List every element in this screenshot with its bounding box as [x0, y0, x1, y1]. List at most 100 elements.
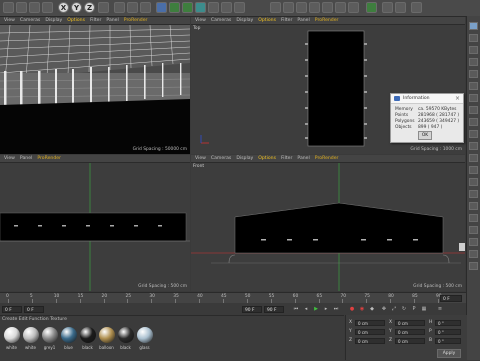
dialog-title-bar[interactable]: Information × [391, 94, 463, 104]
select-icon[interactable] [16, 2, 27, 13]
go-to-start-icon[interactable]: ⏮ [292, 306, 300, 313]
timeline-menu-icon[interactable]: ≡ [436, 306, 444, 313]
rotation-b-field[interactable]: 0 ° [435, 338, 461, 344]
max-frame-field[interactable]: 90 F [264, 306, 284, 313]
tab-icon-20[interactable] [469, 250, 478, 258]
solo-icon[interactable] [395, 2, 406, 13]
render-picture-viewer-icon[interactable] [127, 2, 138, 13]
scale-key-icon[interactable]: ⤢ [390, 306, 398, 313]
apply-button[interactable]: Apply [437, 349, 461, 358]
material-menu[interactable]: Create Edit Function Texture [2, 317, 67, 322]
menu-panel[interactable]: Panel [20, 155, 32, 162]
menu-filter[interactable]: Filter [90, 17, 101, 24]
tab-icon-7[interactable] [469, 94, 478, 102]
timeline-ruler[interactable]: 0 5 10 15 20 25 30 35 40 45 50 55 60 65 70 75 80 85 90 [0, 293, 466, 303]
play-icon[interactable]: ▶ [312, 306, 320, 313]
array-icon[interactable] [195, 2, 206, 13]
model-mode-icon[interactable] [322, 2, 333, 13]
material-swatch[interactable]: white [22, 327, 39, 359]
tab-icon-9[interactable] [469, 118, 478, 126]
texture-mode-icon[interactable] [335, 2, 346, 13]
polygons-mode-icon[interactable] [309, 2, 320, 13]
subdivision-icon[interactable] [182, 2, 193, 13]
undo-icon[interactable] [3, 2, 14, 13]
layers-tab-icon[interactable] [469, 70, 478, 78]
menu-display[interactable]: Display [236, 17, 253, 24]
camera-icon[interactable] [221, 2, 232, 13]
tab-icon-17[interactable] [469, 214, 478, 222]
right-canvas[interactable]: Grid Spacing : 500 cm [0, 163, 190, 291]
render-settings-icon[interactable] [140, 2, 151, 13]
menu-prorender[interactable]: ProRender [315, 155, 339, 162]
tab-icon-14[interactable] [469, 178, 478, 186]
size-y-field[interactable]: 0 cm [395, 329, 425, 335]
object-tab-icon[interactable] [469, 22, 478, 30]
move-icon[interactable] [29, 2, 40, 13]
make-editable-icon[interactable] [270, 2, 281, 13]
front-canvas[interactable]: Front Grid Spacing : 500 cm [191, 163, 465, 291]
pla-key-icon[interactable]: ▦ [420, 306, 428, 313]
axis-mode-icon[interactable] [348, 2, 359, 13]
takes-tab-icon[interactable] [469, 34, 478, 42]
right-viewport[interactable]: View Panel ProRender Grid Spacing : 500 … [0, 155, 190, 291]
content-browser-tab-icon[interactable] [469, 46, 478, 54]
layout-icon[interactable] [411, 2, 422, 13]
z-axis-lock-button[interactable]: Z [84, 2, 95, 13]
menu-view[interactable]: View [195, 155, 206, 162]
tab-icon-10[interactable] [469, 130, 478, 138]
close-icon[interactable]: × [455, 94, 460, 103]
move-key-icon[interactable]: ✥ [380, 306, 388, 313]
coordinate-system-icon[interactable] [98, 2, 109, 13]
front-viewport[interactable]: View Cameras Display Options Filter Pane… [191, 155, 465, 291]
menu-view[interactable]: View [4, 17, 15, 24]
tab-icon-21[interactable] [469, 262, 478, 270]
menu-options[interactable]: Options [67, 17, 85, 24]
keyframe-selection-icon[interactable]: ◆ [368, 306, 376, 313]
menu-prorender[interactable]: ProRender [37, 155, 61, 162]
light-icon[interactable] [234, 2, 245, 13]
rotation-h-field[interactable]: 0 ° [435, 320, 461, 326]
tab-icon-19[interactable] [469, 238, 478, 246]
tab-icon-13[interactable] [469, 166, 478, 174]
menu-cameras[interactable]: Cameras [211, 155, 231, 162]
material-swatch[interactable]: grey1 [41, 327, 58, 359]
ok-button[interactable]: OK [418, 131, 432, 140]
structure-tab-icon[interactable] [469, 58, 478, 66]
snap-icon[interactable] [366, 2, 377, 13]
next-key-icon[interactable]: ▸ [322, 306, 330, 313]
material-swatch[interactable]: balloon [98, 327, 115, 359]
param-key-icon[interactable]: P [410, 306, 418, 313]
y-axis-lock-button[interactable]: Y [71, 2, 82, 13]
menu-cameras[interactable]: Cameras [20, 17, 40, 24]
record-icon[interactable]: ● [348, 306, 356, 313]
material-swatch[interactable]: black [117, 327, 134, 359]
material-swatch[interactable]: black [79, 327, 96, 359]
render-view-icon[interactable] [114, 2, 125, 13]
scale-icon[interactable] [42, 2, 53, 13]
tab-icon-12[interactable] [469, 154, 478, 162]
menu-options[interactable]: Options [258, 155, 276, 162]
floor-icon[interactable] [208, 2, 219, 13]
rotation-p-field[interactable]: 0 ° [435, 329, 461, 335]
perspective-canvas[interactable]: Grid Spacing : 50000 cm [0, 24, 191, 154]
size-x-field[interactable]: 0 cm [395, 320, 425, 326]
attributes-tab-icon[interactable] [469, 82, 478, 90]
position-x-field[interactable]: 0 cm [355, 320, 385, 326]
menu-filter[interactable]: Filter [281, 155, 292, 162]
menu-view[interactable]: View [195, 17, 206, 24]
previous-key-icon[interactable]: ◂ [302, 306, 310, 313]
perspective-viewport[interactable]: View Cameras Display Options Filter Pane… [0, 17, 191, 154]
cube-icon[interactable] [156, 2, 167, 13]
tab-icon-11[interactable] [469, 142, 478, 150]
tab-icon-8[interactable] [469, 106, 478, 114]
position-y-field[interactable]: 0 cm [355, 329, 385, 335]
tab-icon-15[interactable] [469, 190, 478, 198]
go-to-end-icon[interactable]: ⏭ [332, 306, 340, 313]
menu-display[interactable]: Display [45, 17, 62, 24]
menu-options[interactable]: Options [258, 17, 276, 24]
material-swatch[interactable]: blue [60, 327, 77, 359]
menu-panel[interactable]: Panel [106, 17, 118, 24]
menu-panel[interactable]: Panel [297, 17, 309, 24]
tab-icon-18[interactable] [469, 226, 478, 234]
edges-mode-icon[interactable] [296, 2, 307, 13]
